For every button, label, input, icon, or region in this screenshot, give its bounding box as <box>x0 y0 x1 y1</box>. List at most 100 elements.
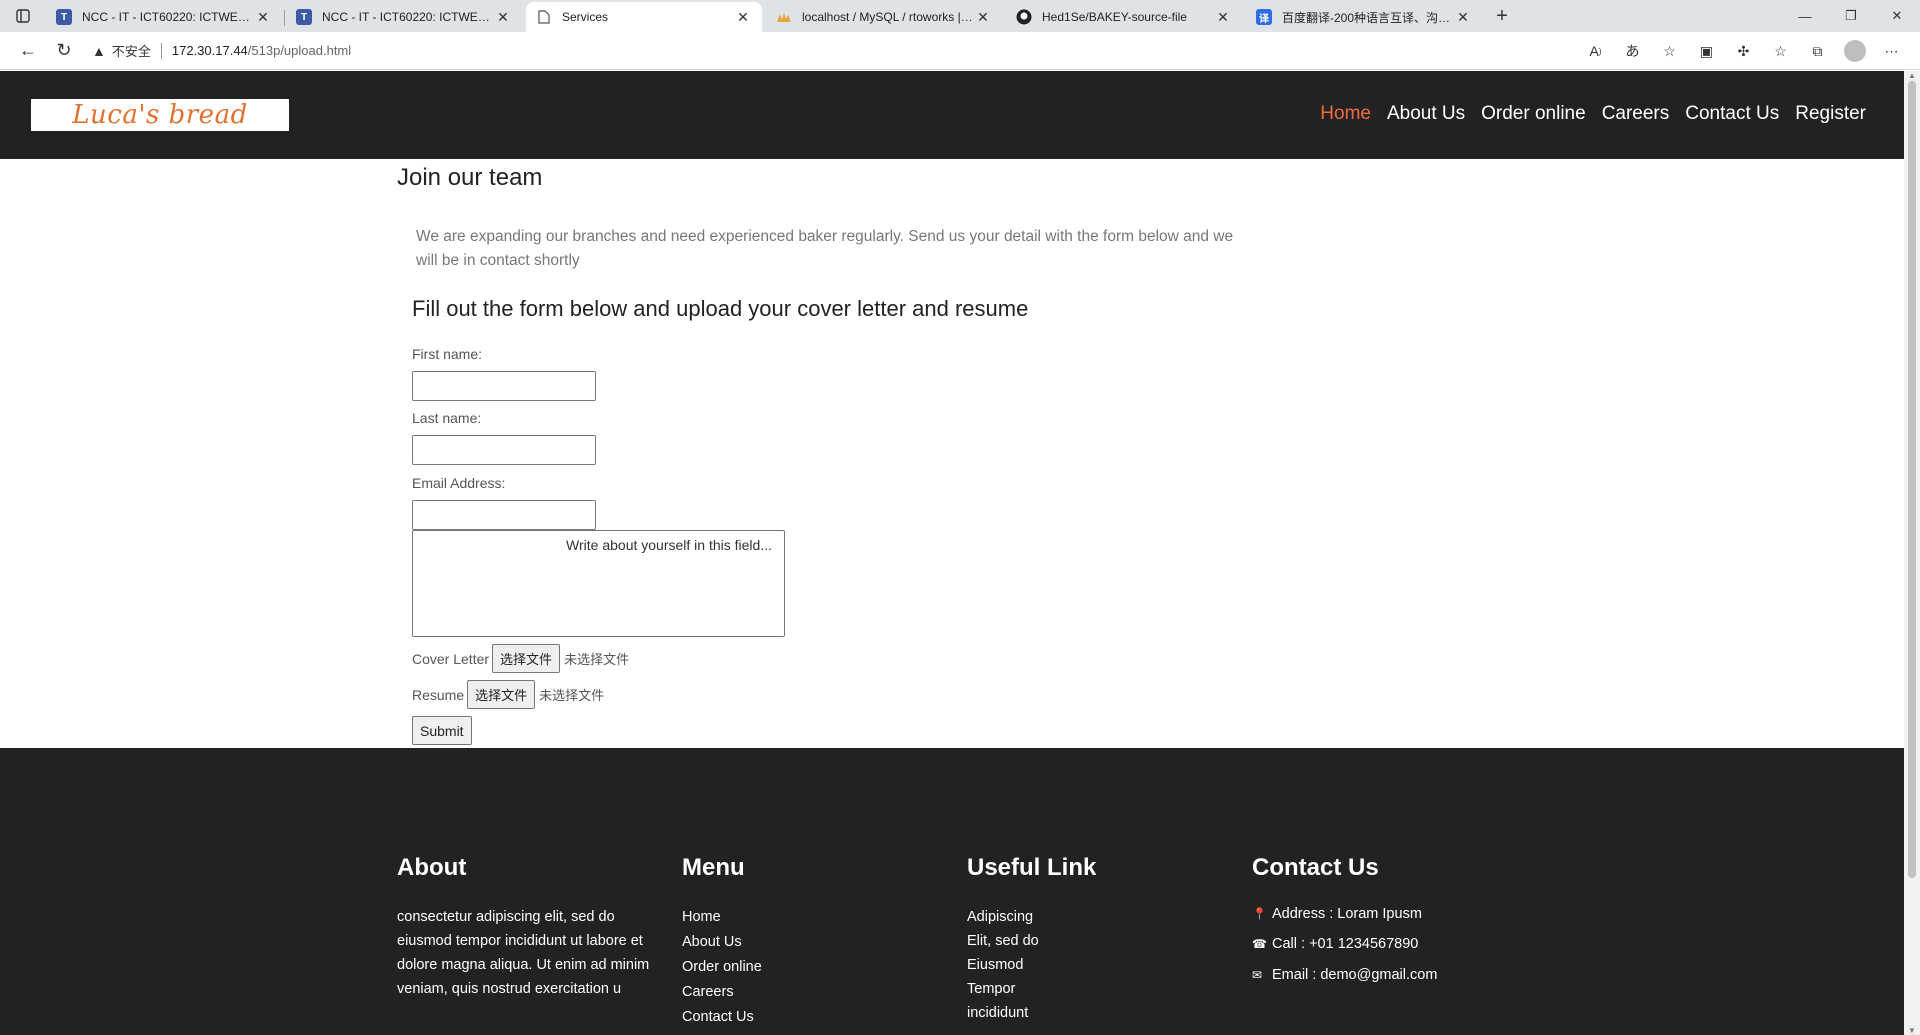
footer-call-text: Call : +01 1234567890 <box>1272 936 1419 952</box>
email-label: Email Address: <box>412 475 506 491</box>
footer-useful-list: Adipiscing Elit, sed do Eiusmod Tempor i… <box>967 905 1039 1025</box>
scrollbar-thumb[interactable] <box>1908 81 1916 878</box>
footer-menu-heading: Menu <box>682 854 745 881</box>
site-header: Luca's bread Home About Us Order online … <box>0 71 1904 159</box>
footer-menu-item[interactable]: Contact Us <box>682 1005 762 1030</box>
phpmyadmin-icon <box>776 9 792 25</box>
close-icon[interactable]: ✕ <box>1214 9 1232 26</box>
browser-tab-bar: T NCC - IT - ICT60220: ICTWEB513 ✕ T NCC… <box>0 0 1920 32</box>
footer-useful-item[interactable]: Adipiscing <box>967 905 1039 929</box>
nav-careers[interactable]: Careers <box>1602 103 1670 125</box>
footer-menu-item[interactable]: About Us <box>682 930 762 955</box>
nav-home[interactable]: Home <box>1320 103 1371 125</box>
resume-file-status: 未选择文件 <box>539 688 605 703</box>
wallet-icon[interactable]: ▣ <box>1688 35 1725 67</box>
profile-avatar[interactable] <box>1836 35 1873 67</box>
tab-title: Services <box>562 10 609 24</box>
footer-call: ☎ Call : +01 1234567890 <box>1252 936 1418 952</box>
tab-title: 百度翻译-200种语言互译、沟通全世界 <box>1282 10 1454 25</box>
tab-title: localhost / MySQL / rtoworks | phpMyAdmi… <box>802 10 974 24</box>
minimize-icon[interactable]: — <box>1782 0 1828 32</box>
browser-tab[interactable]: Hed1Se/BAKEY-source-file ✕ <box>1006 2 1242 32</box>
footer-useful-item[interactable]: Elit, sed do <box>967 929 1039 953</box>
map-marker-icon: 📍 <box>1252 907 1267 921</box>
close-icon[interactable]: ✕ <box>254 9 272 26</box>
nav-order-online[interactable]: Order online <box>1481 103 1586 125</box>
tab-favicon-t-icon: T <box>296 9 312 25</box>
more-icon[interactable]: ⋯ <box>1873 35 1910 67</box>
collections-icon[interactable]: ⧉ <box>1799 35 1836 67</box>
url-path: /513p/upload.html <box>247 43 352 58</box>
github-icon <box>1016 9 1032 25</box>
footer-email-text: Email : demo@gmail.com <box>1272 967 1438 983</box>
main-content: Join our team We are expanding our branc… <box>0 159 1904 745</box>
nav-about-us[interactable]: About Us <box>1387 103 1465 125</box>
nav-register[interactable]: Register <box>1795 103 1866 125</box>
footer-useful-item[interactable]: incididunt <box>967 1001 1039 1025</box>
resume-label: Resume <box>412 686 465 703</box>
translate-icon: 译 <box>1256 9 1272 25</box>
scroll-down-icon[interactable]: ▼ <box>1908 1026 1916 1035</box>
footer-contact-heading: Contact Us <box>1252 854 1379 881</box>
close-icon[interactable]: ✕ <box>494 9 512 26</box>
translate-page-icon[interactable]: あ <box>1614 35 1651 67</box>
refresh-icon[interactable]: ↻ <box>46 35 82 67</box>
favorites-icon[interactable]: ☆ <box>1762 35 1799 67</box>
submit-button[interactable]: Submit <box>412 716 472 745</box>
extensions-icon[interactable]: ✣ <box>1725 35 1762 67</box>
cover-letter-choose-file-button[interactable]: 选择文件 <box>492 644 561 673</box>
email-input[interactable] <box>412 500 596 530</box>
last-name-input[interactable] <box>412 435 596 465</box>
tab-title: NCC - IT - ICT60220: ICTWEB513 <box>82 10 254 24</box>
footer-email: ✉ Email : demo@gmail.com <box>1252 967 1437 983</box>
footer-menu-item[interactable]: Careers <box>682 980 762 1005</box>
browser-tab[interactable]: T NCC - IT - ICT60220: ICTWEB513 ✕ <box>46 2 285 32</box>
tab-title: NCC - IT - ICT60220: ICTWEB513 <box>322 10 494 24</box>
scroll-up-icon[interactable]: ▲ <box>1908 71 1916 80</box>
browser-tab[interactable]: T NCC - IT - ICT60220: ICTWEB513 ✕ <box>286 2 522 32</box>
footer-useful-heading: Useful Link <box>967 854 1097 881</box>
window-controls: — ❐ ✕ <box>1782 0 1920 32</box>
warning-icon: ▲ <box>92 42 106 59</box>
nav-contact-us[interactable]: Contact Us <box>1685 103 1779 125</box>
tab-title: Hed1Se/BAKEY-source-file <box>1042 10 1187 24</box>
footer-menu-item[interactable]: Home <box>682 905 762 930</box>
close-window-icon[interactable]: ✕ <box>1874 0 1920 32</box>
first-name-input[interactable] <box>412 371 596 401</box>
add-favorite-icon[interactable]: ☆ <box>1651 35 1688 67</box>
footer-address: 📍 Address : Loram Ipusm <box>1252 906 1422 922</box>
resume-row: Resume 选择文件 未选择文件 <box>412 680 604 709</box>
browser-tab[interactable]: localhost / MySQL / rtoworks | phpMyAdmi… <box>766 2 1002 32</box>
address-bar[interactable]: ▲ 不安全 172.30.17.44/513p/upload.html <box>92 36 1612 66</box>
footer-useful-item[interactable]: Eiusmod <box>967 953 1039 977</box>
page-scrollbar[interactable]: ▲ ▼ <box>1904 71 1920 1035</box>
footer-address-text: Address : Loram Ipusm <box>1272 906 1422 922</box>
security-label: 不安全 <box>111 44 151 59</box>
close-icon[interactable]: ✕ <box>1454 9 1472 26</box>
cover-letter-file-status: 未选择文件 <box>564 652 630 667</box>
back-icon[interactable]: ← <box>10 35 46 67</box>
close-icon[interactable]: ✕ <box>734 9 752 26</box>
resume-choose-file-button[interactable]: 选择文件 <box>467 680 536 709</box>
site-logo[interactable]: Luca's bread <box>31 99 289 131</box>
new-tab-button[interactable]: + <box>1486 0 1518 32</box>
footer-useful-item[interactable]: Tempor <box>967 977 1039 1001</box>
read-aloud-icon[interactable]: A) <box>1577 35 1614 67</box>
web-page: Luca's bread Home About Us Order online … <box>0 71 1904 1035</box>
envelope-icon: ✉ <box>1252 968 1263 982</box>
page-icon <box>536 9 552 25</box>
browser-toolbar: ← ↻ ▲ 不安全 172.30.17.44/513p/upload.html … <box>0 32 1920 70</box>
tab-actions-icon[interactable] <box>0 0 46 32</box>
about-yourself-textarea[interactable]: Write about yourself in this field... <box>412 530 785 637</box>
intro-text: We are expanding our branches and need e… <box>416 228 1234 269</box>
site-footer: About consectetur adipiscing elit, sed d… <box>0 748 1904 1035</box>
browser-tab[interactable]: 译 百度翻译-200种语言互译、沟通全世界 ✕ <box>1246 2 1482 32</box>
restore-icon[interactable]: ❐ <box>1828 0 1874 32</box>
cover-letter-row: Cover Letter 选择文件 未选择文件 <box>412 644 629 673</box>
footer-menu-item[interactable]: Order online <box>682 955 762 980</box>
tab-favicon-t-icon: T <box>56 9 72 25</box>
logo-text: Luca's bread <box>72 100 248 130</box>
browser-tab-active[interactable]: Services ✕ <box>526 2 762 32</box>
close-icon[interactable]: ✕ <box>974 9 992 26</box>
footer-about-text: consectetur adipiscing elit, sed do eius… <box>397 909 650 997</box>
